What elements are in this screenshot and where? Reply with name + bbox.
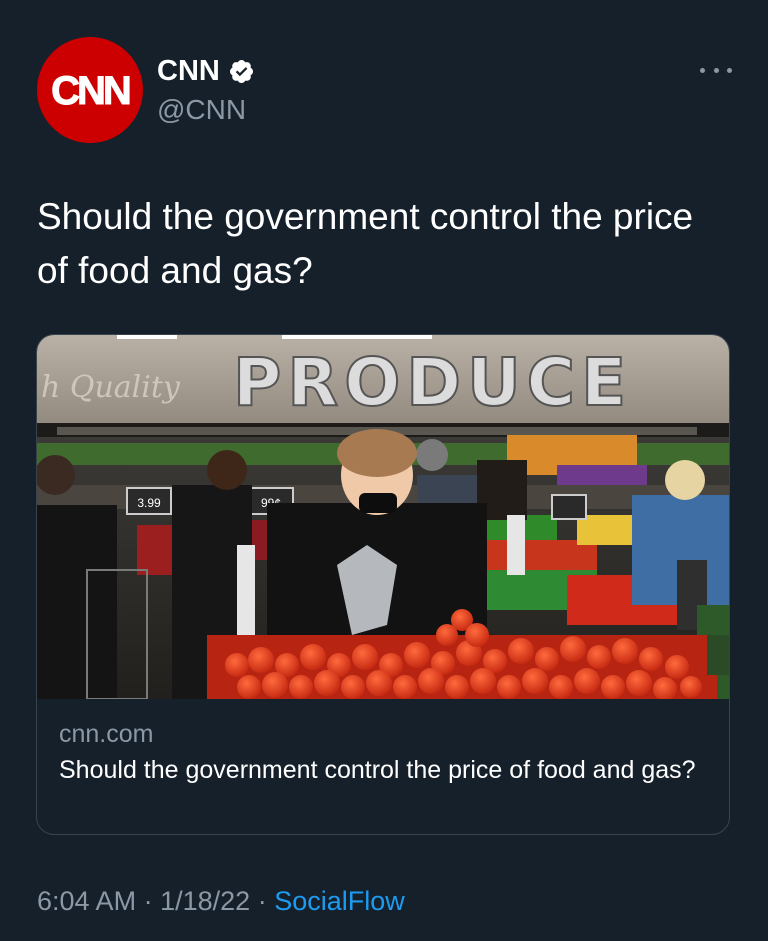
user-handle[interactable]: @CNN: [157, 94, 246, 126]
card-title: Should the government control the price …: [59, 756, 696, 784]
cnn-logo: CNN: [51, 69, 134, 114]
more-horizontal-icon-dot: [700, 67, 705, 73]
tweet-date[interactable]: 1/18/22: [160, 886, 250, 916]
display-name[interactable]: CNN: [157, 54, 220, 88]
tweet-text: Should the government control the price …: [37, 196, 694, 291]
link-card[interactable]: h Quality PRODUCE 3.99 99¢: [36, 334, 730, 835]
price-tag: 3.99: [137, 496, 161, 510]
cnn-logo-text: CNN: [51, 69, 130, 113]
quality-script: h Quality: [41, 370, 181, 405]
produce-sign: PRODUCE: [233, 344, 632, 421]
avatar[interactable]: CNN: [37, 37, 143, 143]
author-name-row: CNN: [157, 54, 255, 88]
card-domain: cnn.com: [59, 720, 154, 748]
verified-badge-icon: [229, 59, 253, 83]
more-options-button[interactable]: [700, 58, 732, 82]
card-image[interactable]: h Quality PRODUCE 3.99 99¢: [37, 335, 730, 699]
tweet-source-link[interactable]: SocialFlow: [274, 886, 405, 916]
tweet-time[interactable]: 6:04 AM: [37, 886, 136, 916]
meta-separator: ·: [257, 886, 267, 916]
tweet-meta: 6:04 AM · 1/18/22 · SocialFlow: [37, 884, 405, 918]
meta-separator: ·: [143, 886, 153, 916]
more-horizontal-icon-dot: [727, 67, 732, 73]
more-horizontal-icon-dot: [713, 67, 719, 73]
